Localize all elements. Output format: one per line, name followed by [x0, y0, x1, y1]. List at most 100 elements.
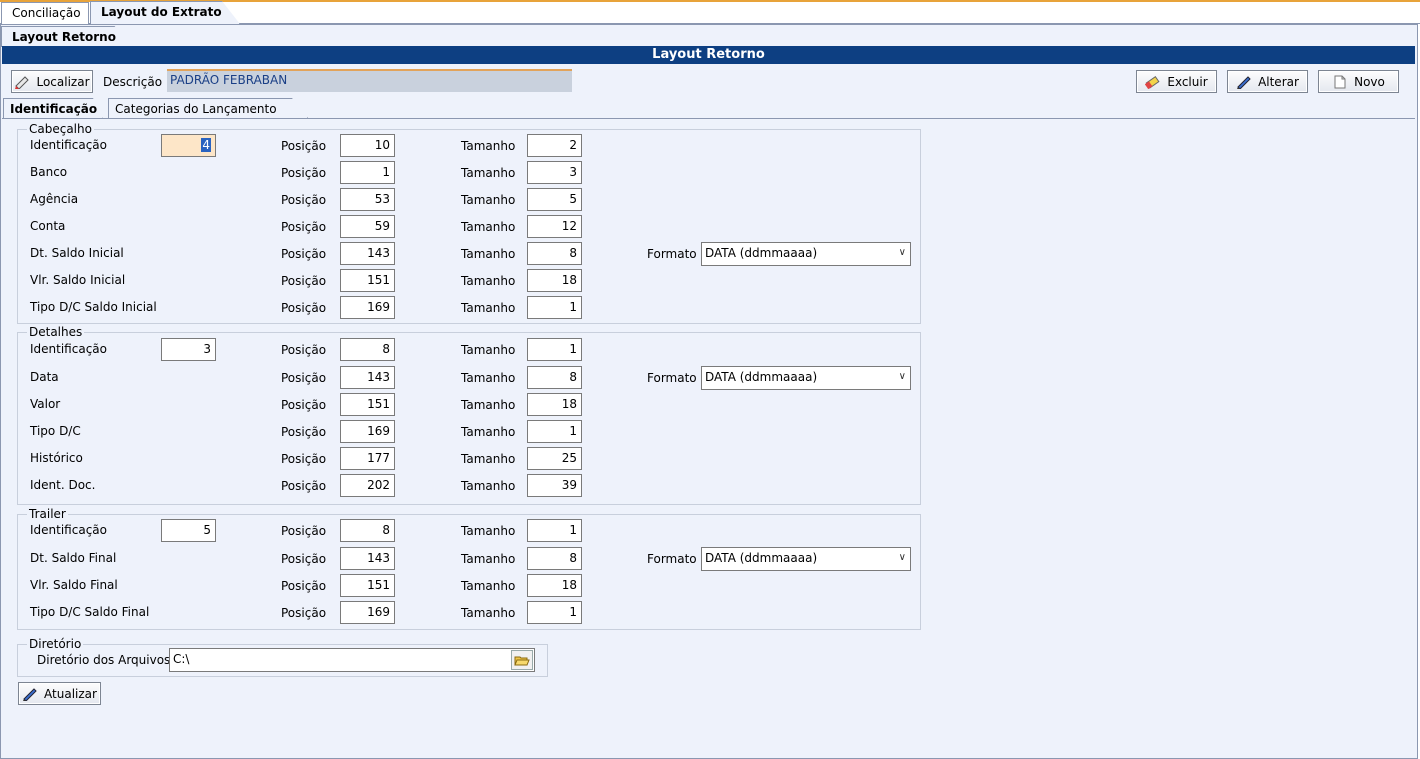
- cabecalho-tamanho-input[interactable]: 8: [527, 242, 582, 265]
- diretorio-path-field[interactable]: C:\: [169, 648, 535, 672]
- formato-value: DATA (ddmmaaaa): [705, 246, 818, 260]
- trailer-identificacao-input[interactable]: 5: [161, 519, 216, 542]
- cabecalho-posicao-input[interactable]: 151: [340, 269, 395, 292]
- diretorio-label: Diretório dos Arquivos: [37, 653, 171, 667]
- cabecalho-posicao-input[interactable]: 53: [340, 188, 395, 211]
- posicao-label: Posição: [281, 579, 327, 593]
- excluir-button[interactable]: Excluir: [1136, 70, 1217, 93]
- trailer-tamanho-input[interactable]: 8: [527, 547, 582, 570]
- inner-tab-divider: [2, 118, 1415, 119]
- edit-pen-icon: [1236, 75, 1252, 90]
- cabecalho-formato-select[interactable]: DATA (ddmmaaaa) ∨: [701, 242, 911, 266]
- posicao-label: Posição: [281, 371, 327, 385]
- page-title: Layout Retorno: [2, 46, 1415, 64]
- cabecalho-tamanho-input[interactable]: 2: [527, 134, 582, 157]
- localizar-button[interactable]: Localizar: [11, 70, 93, 93]
- detalhes-row-label: Tipo D/C: [30, 424, 81, 438]
- formato-value: DATA (ddmmaaaa): [705, 370, 818, 384]
- cabecalho-title: Cabeçalho: [27, 122, 94, 136]
- tamanho-label: Tamanho: [461, 301, 516, 315]
- tab-categorias-do-lancamento[interactable]: Categorias do Lançamento: [108, 98, 308, 118]
- folder-open-icon[interactable]: [511, 650, 533, 670]
- alterar-label: Alterar: [1258, 74, 1299, 89]
- alterar-button[interactable]: Alterar: [1227, 70, 1308, 93]
- trailer-formato-select[interactable]: DATA (ddmmaaaa) ∨: [701, 547, 911, 571]
- detalhes-posicao-input[interactable]: 169: [340, 420, 395, 443]
- cabecalho-tamanho-input[interactable]: 12: [527, 215, 582, 238]
- cabecalho-row-label: Dt. Saldo Inicial: [30, 246, 124, 260]
- detalhes-posicao-input[interactable]: 177: [340, 447, 395, 470]
- cabecalho-posicao-input[interactable]: 169: [340, 296, 395, 319]
- trailer-posicao-input[interactable]: 151: [340, 574, 395, 597]
- tamanho-label: Tamanho: [461, 166, 516, 180]
- cabecalho-posicao-input[interactable]: 10: [340, 134, 395, 157]
- cabecalho-tamanho-input[interactable]: 3: [527, 161, 582, 184]
- trailer-tamanho-input[interactable]: 18: [527, 574, 582, 597]
- trailer-row-label: Dt. Saldo Final: [30, 551, 117, 565]
- detalhes-tamanho-input[interactable]: 25: [527, 447, 582, 470]
- detalhes-row-label: Data: [30, 370, 59, 384]
- trailer-posicao-input[interactable]: 169: [340, 601, 395, 624]
- cabecalho-row-label: Identificação: [30, 138, 107, 152]
- tamanho-label: Tamanho: [461, 552, 516, 566]
- tab-layout-retorno[interactable]: Layout Retorno: [1, 26, 133, 47]
- detalhes-tamanho-input[interactable]: 1: [527, 338, 582, 361]
- cabecalho-identificacao-input[interactable]: 4: [161, 134, 216, 157]
- tamanho-label: Tamanho: [461, 371, 516, 385]
- posicao-label: Posição: [281, 479, 327, 493]
- detalhes-tamanho-input[interactable]: 18: [527, 393, 582, 416]
- descricao-field[interactable]: PADRÃO FEBRABAN: [167, 69, 572, 92]
- chevron-down-icon[interactable]: ∨: [899, 552, 906, 563]
- chevron-down-icon[interactable]: ∨: [899, 371, 906, 382]
- detalhes-formato-select[interactable]: DATA (ddmmaaaa) ∨: [701, 366, 911, 390]
- cabecalho-tamanho-input[interactable]: 18: [527, 269, 582, 292]
- formato-value: DATA (ddmmaaaa): [705, 551, 818, 565]
- posicao-label: Posição: [281, 139, 327, 153]
- cabecalho-posicao-input[interactable]: 59: [340, 215, 395, 238]
- detalhes-posicao-input[interactable]: 202: [340, 474, 395, 497]
- atualizar-button[interactable]: Atualizar: [18, 682, 101, 705]
- tamanho-label: Tamanho: [461, 579, 516, 593]
- detalhes-tamanho-input[interactable]: 8: [527, 366, 582, 389]
- cabecalho-row-label: Vlr. Saldo Inicial: [30, 273, 126, 287]
- cabecalho-row-label: Tipo D/C Saldo Inicial: [30, 300, 157, 314]
- cabecalho-row-label: Banco: [30, 165, 68, 179]
- detalhes-tamanho-input[interactable]: 1: [527, 420, 582, 443]
- posicao-label: Posição: [281, 524, 327, 538]
- tab-identificacao[interactable]: Identificação: [3, 98, 103, 119]
- detalhes-row-label: Valor: [30, 397, 61, 411]
- trailer-row-label: Vlr. Saldo Final: [30, 578, 118, 592]
- cabecalho-posicao-input[interactable]: 143: [340, 242, 395, 265]
- trailer-tamanho-input[interactable]: 1: [527, 601, 582, 624]
- trailer-tamanho-input[interactable]: 1: [527, 519, 582, 542]
- novo-button[interactable]: Novo: [1318, 70, 1399, 93]
- descricao-label: Descrição: [103, 75, 163, 89]
- cabecalho-posicao-input[interactable]: 1: [340, 161, 395, 184]
- tamanho-label: Tamanho: [461, 606, 516, 620]
- detalhes-posicao-input[interactable]: 143: [340, 366, 395, 389]
- tamanho-label: Tamanho: [461, 139, 516, 153]
- cabecalho-tamanho-input[interactable]: 5: [527, 188, 582, 211]
- trailer-row-label: Identificação: [30, 523, 107, 537]
- edit-pen-icon: [22, 687, 38, 702]
- novo-label: Novo: [1354, 74, 1385, 89]
- tamanho-label: Tamanho: [461, 343, 516, 357]
- posicao-label: Posição: [281, 220, 327, 234]
- chevron-down-icon[interactable]: ∨: [899, 247, 906, 258]
- trailer-posicao-input[interactable]: 8: [340, 519, 395, 542]
- localizar-label: Localizar: [36, 74, 90, 89]
- detalhes-tamanho-input[interactable]: 39: [527, 474, 582, 497]
- detalhes-posicao-input[interactable]: 8: [340, 338, 395, 361]
- cabecalho-row-label: Conta: [30, 219, 66, 233]
- cabecalho-tamanho-input[interactable]: 1: [527, 296, 582, 319]
- trailer-posicao-input[interactable]: 143: [340, 547, 395, 570]
- tab-conciliacao[interactable]: Conciliação: [1, 2, 89, 24]
- tab-layout-do-extrato[interactable]: Layout do Extrato: [90, 1, 240, 24]
- posicao-label: Posição: [281, 193, 327, 207]
- detalhes-posicao-input[interactable]: 151: [340, 393, 395, 416]
- formato-label: Formato: [647, 371, 697, 385]
- excluir-label: Excluir: [1167, 74, 1208, 89]
- detalhes-identificacao-input[interactable]: 3: [161, 338, 216, 361]
- posicao-label: Posição: [281, 247, 327, 261]
- posicao-label: Posição: [281, 301, 327, 315]
